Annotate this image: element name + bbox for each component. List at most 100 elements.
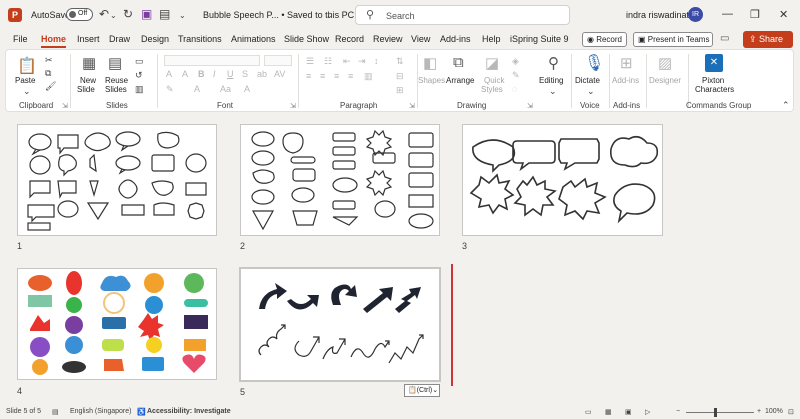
layout-icon[interactable]: ▭ xyxy=(135,56,144,67)
designer-icon[interactable]: ▨ xyxy=(658,54,672,72)
customize-qat-icon[interactable]: ⌄ xyxy=(179,11,186,20)
search-box[interactable]: ⚲ Search xyxy=(355,5,570,25)
doc-dropdown-icon[interactable]: ⌄ xyxy=(326,11,333,20)
shapes-label[interactable]: Shapes xyxy=(418,76,445,85)
char-spacing-icon[interactable]: AV xyxy=(274,69,285,79)
microphone-icon[interactable]: 🎙 xyxy=(584,53,604,73)
tab-file[interactable]: File xyxy=(13,34,28,44)
tab-design[interactable]: Design xyxy=(141,34,169,44)
tab-review[interactable]: Review xyxy=(373,34,403,44)
dictate-dropdown-icon[interactable]: ⌄ xyxy=(587,86,595,97)
paste-dropdown-icon[interactable]: ⌄ xyxy=(23,86,31,97)
cut-icon[interactable]: ✂ xyxy=(45,55,53,66)
new-slide-icon[interactable]: ▦ xyxy=(82,54,96,72)
align-center-icon[interactable]: ≡ xyxy=(320,71,325,81)
close-icon[interactable]: ✕ xyxy=(779,8,788,21)
text-direction-icon[interactable]: ⇅ xyxy=(396,56,404,67)
columns-icon[interactable]: ▥ xyxy=(364,71,373,82)
slideshow-view-icon[interactable]: ▷ xyxy=(645,408,650,416)
reuse-slides-icon[interactable]: ▤ xyxy=(108,54,122,72)
pixton-label-2[interactable]: Characters xyxy=(695,85,734,94)
redo-icon[interactable]: ↻ xyxy=(123,7,133,21)
minimize-icon[interactable]: — xyxy=(722,8,733,20)
decrease-indent-icon[interactable]: ⇤ xyxy=(343,56,351,67)
shadow-icon[interactable]: S xyxy=(242,69,248,79)
section-icon[interactable]: ▥ xyxy=(135,84,144,95)
share-button[interactable]: ⇪ Share ⌄ xyxy=(743,31,793,61)
zoom-in-icon[interactable]: + xyxy=(757,408,761,415)
smartart-icon[interactable]: ⊞ xyxy=(396,85,404,96)
font-name-input[interactable] xyxy=(164,55,260,66)
strikethrough-icon[interactable]: ab xyxy=(257,69,267,79)
tab-slide-show[interactable]: Slide Show xyxy=(284,34,329,44)
addins-label[interactable]: Add-ins xyxy=(612,76,639,85)
shapes-icon[interactable]: ◧ xyxy=(423,54,437,72)
reset-icon[interactable]: ↺ xyxy=(135,70,143,81)
align-right-icon[interactable]: ≡ xyxy=(334,71,339,81)
justify-icon[interactable]: ≡ xyxy=(348,71,353,81)
font-size-input[interactable] xyxy=(264,55,292,66)
tab-ispring[interactable]: iSpring Suite 9 xyxy=(510,34,569,44)
zoom-out-icon[interactable]: − xyxy=(676,408,680,415)
reading-view-icon[interactable]: ▣ xyxy=(625,408,632,416)
tab-animations[interactable]: Animations xyxy=(231,34,276,44)
clipboard-launcher-icon[interactable]: ⇲ xyxy=(62,102,68,110)
shape-effects-icon[interactable]: ◌ xyxy=(512,84,517,94)
comments-icon[interactable]: ▭ xyxy=(720,33,729,44)
autosave-toggle[interactable]: Off xyxy=(66,8,93,21)
record-button[interactable]: ◉ Record xyxy=(582,32,627,47)
dictate-label[interactable]: Dictate xyxy=(575,76,600,85)
present-in-teams-button[interactable]: ▣ Present in Teams xyxy=(633,32,713,47)
addins-icon[interactable]: ⊞ xyxy=(620,54,633,72)
italic-icon[interactable]: I xyxy=(213,69,216,79)
reuse-slides-label-2[interactable]: Slides xyxy=(105,85,127,94)
designer-label[interactable]: Designer xyxy=(649,76,681,85)
bullets-icon[interactable]: ☰ xyxy=(306,56,314,67)
tab-add-ins[interactable]: Add-ins xyxy=(440,34,471,44)
bold-icon[interactable]: B xyxy=(198,69,205,79)
tab-draw[interactable]: Draw xyxy=(109,34,130,44)
editing-dropdown-icon[interactable]: ⌄ xyxy=(549,86,557,97)
line-spacing-icon[interactable]: ↕ xyxy=(374,56,379,66)
user-name[interactable]: indra riswadinata xyxy=(626,10,694,20)
undo-icon[interactable]: ↶ xyxy=(99,7,109,21)
slide-thumbnail-4[interactable] xyxy=(17,268,217,380)
decrease-font-icon[interactable]: A xyxy=(182,69,188,79)
tab-view[interactable]: View xyxy=(411,34,430,44)
drawing-launcher-icon[interactable]: ⇲ xyxy=(527,102,533,110)
accessibility-status[interactable]: Accessibility: Investigate xyxy=(147,408,231,415)
underline-icon[interactable]: U xyxy=(227,69,234,79)
slide-sorter-view-icon[interactable]: ▦ xyxy=(605,408,612,416)
zoom-slider[interactable] xyxy=(686,412,754,413)
slide-thumbnail-5[interactable] xyxy=(239,267,441,382)
slide-thumbnail-1[interactable] xyxy=(17,124,217,236)
format-painter-icon[interactable]: 🖌 xyxy=(45,81,56,92)
slide-thumbnail-3[interactable] xyxy=(462,124,663,236)
align-text-icon[interactable]: ⊟ xyxy=(396,71,404,82)
paste-icon[interactable]: 📋 xyxy=(17,56,37,76)
presenter-icon[interactable]: ▤ xyxy=(159,7,170,21)
pixton-icon[interactable]: ✕ xyxy=(705,54,723,72)
shape-fill-icon[interactable]: ◈ xyxy=(512,56,519,67)
zoom-slider-handle[interactable] xyxy=(714,408,717,417)
slide-thumbnail-2[interactable] xyxy=(240,124,440,236)
pixton-label-1[interactable]: Pixton xyxy=(702,76,724,85)
save-icon[interactable]: ▣ xyxy=(141,7,152,21)
editing-label[interactable]: Editing xyxy=(539,76,563,85)
highlight-icon[interactable]: ✎ xyxy=(166,84,174,95)
numbering-icon[interactable]: ☷ xyxy=(324,56,332,67)
arrange-label[interactable]: Arrange xyxy=(446,76,474,85)
avatar[interactable]: IR xyxy=(688,7,703,22)
paste-options-button[interactable]: 📋(Ctrl)⌄ xyxy=(404,384,440,397)
editing-icon[interactable]: ⚲ xyxy=(548,54,559,72)
clear-format-icon[interactable]: A xyxy=(244,84,250,94)
zoom-level[interactable]: 100% xyxy=(765,408,783,415)
quick-styles-label-1[interactable]: Quick xyxy=(484,76,504,85)
paste-label[interactable]: Paste xyxy=(15,76,35,85)
reuse-slides-label-1[interactable]: Reuse xyxy=(105,76,128,85)
quick-styles-icon[interactable]: ◪ xyxy=(485,54,499,72)
tab-record[interactable]: Record xyxy=(335,34,364,44)
increase-indent-icon[interactable]: ⇥ xyxy=(358,56,366,67)
normal-view-icon[interactable]: ▭ xyxy=(585,408,592,416)
change-case-icon[interactable]: Aa xyxy=(220,84,231,94)
